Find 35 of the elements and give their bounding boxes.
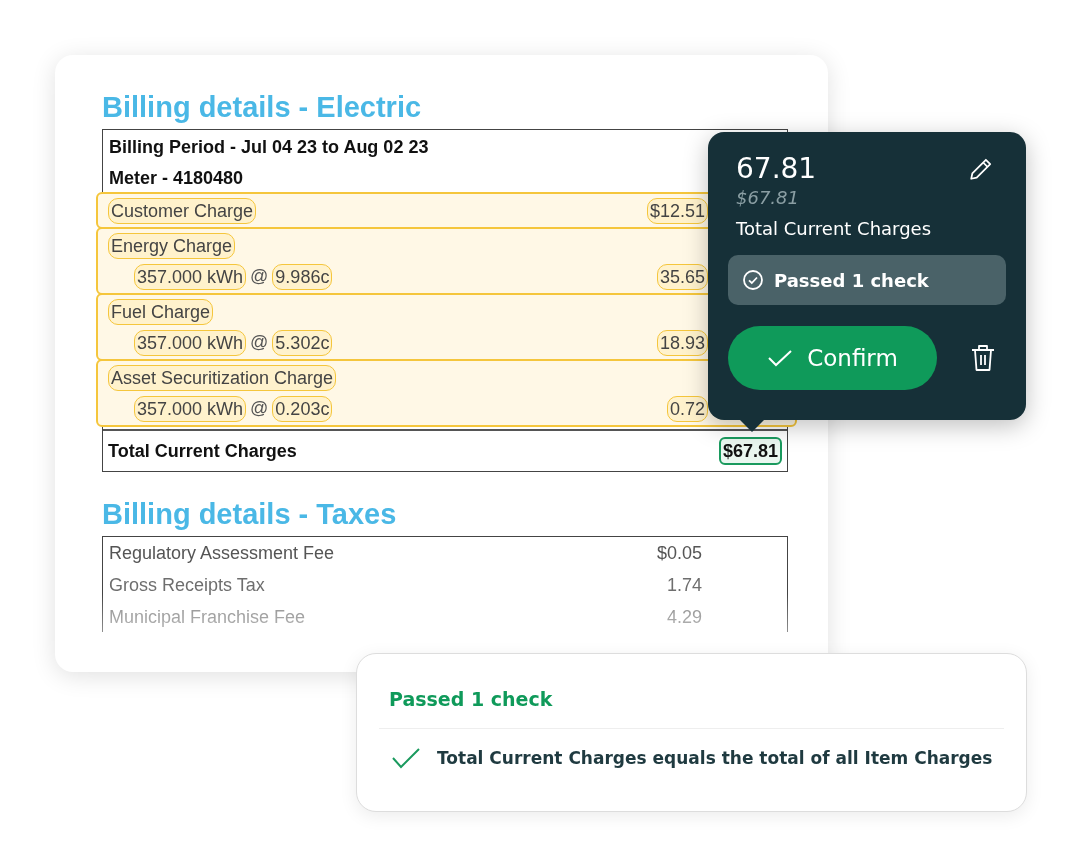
tax-label: Gross Receipts Tax xyxy=(109,574,265,597)
at-sign: @ xyxy=(250,266,269,287)
section-title: Billing details - Taxes xyxy=(102,497,398,532)
at-sign: @ xyxy=(250,332,269,353)
check-text: Total Current Charges equals the total of all Item Charges xyxy=(437,748,993,768)
quantity: 357.000 kWh xyxy=(134,263,247,290)
value-text: 67.81 xyxy=(736,152,817,185)
rate: 9.986c xyxy=(272,263,333,290)
at-sign: @ xyxy=(250,398,269,419)
check-circle-icon xyxy=(742,269,764,291)
tax-amount: $0.05 xyxy=(656,542,702,565)
tax-amount: 4.29 xyxy=(666,606,702,629)
quantity: 357.000 kWh xyxy=(134,329,247,356)
charge-amount: 18.93 xyxy=(656,329,708,356)
trash-icon[interactable] xyxy=(970,344,996,372)
table-heading: Billing Period - Jul 04 23 to Aug 02 23 xyxy=(108,136,430,159)
total-amount[interactable]: $67.81 xyxy=(718,437,782,465)
check-icon xyxy=(767,348,794,368)
rate: 0.203c xyxy=(272,395,333,422)
section-title: Billing details - Electric xyxy=(102,90,423,125)
charge-amount: 35.65 xyxy=(656,263,708,290)
tax-label: Regulatory Assessment Fee xyxy=(109,542,335,565)
tax-label: Municipal Franchise Fee xyxy=(109,606,306,629)
total-label: Total Current Charges xyxy=(108,440,297,462)
checks-title: Passed 1 check xyxy=(388,688,554,710)
charge-amount: $12.51 xyxy=(646,197,708,224)
confirm-button[interactable]: Confirm xyxy=(728,326,937,390)
charge-amount: 0.72 xyxy=(666,395,708,422)
charge-label: Energy Charge xyxy=(108,232,236,259)
tax-amount: 1.74 xyxy=(666,574,702,597)
rate: 5.302c xyxy=(272,329,333,356)
charge-label: Asset Securitization Charge xyxy=(108,364,337,391)
charge-label: Customer Charge xyxy=(108,197,257,224)
charge-label: Fuel Charge xyxy=(108,298,214,325)
quantity: 357.000 kWh xyxy=(134,395,247,422)
